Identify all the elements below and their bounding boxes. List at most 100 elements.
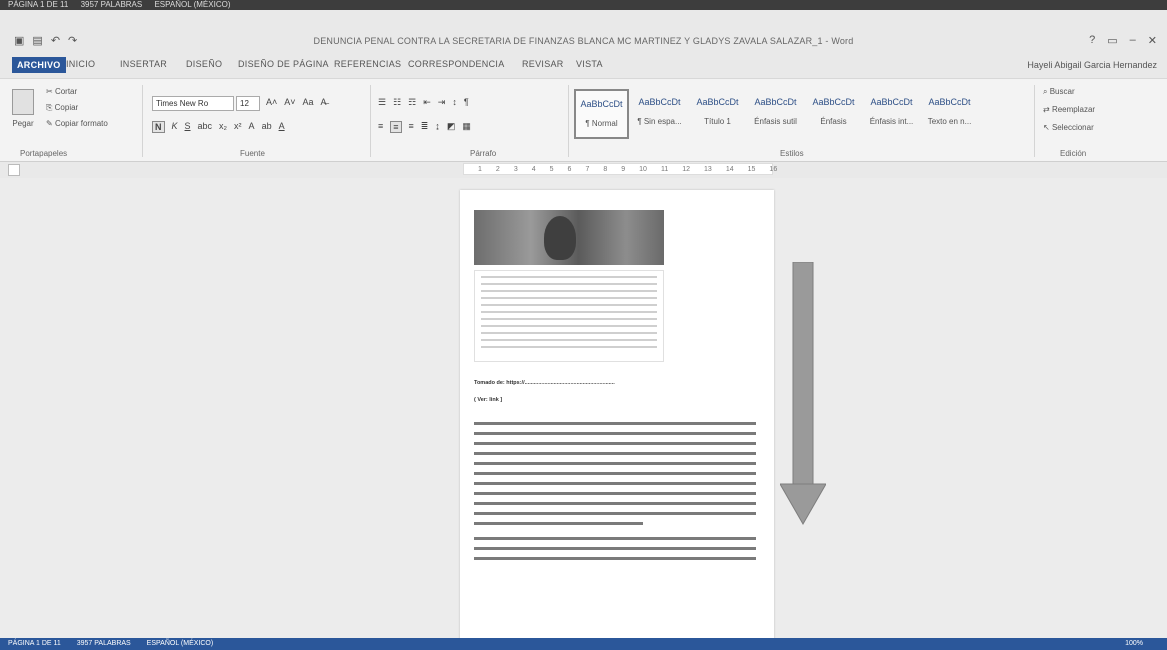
paragraph-list-tools: ☰ ☷ ☶ ⇤ ⇥ ↕ ¶ bbox=[378, 97, 469, 108]
shrink-font-icon[interactable]: A˅ bbox=[284, 97, 295, 107]
decrease-indent-icon[interactable]: ⇤ bbox=[423, 97, 431, 108]
ruler-tab-selector[interactable] bbox=[8, 164, 20, 176]
source-link[interactable]: ( Ver: link ] bbox=[474, 397, 764, 403]
user-account[interactable]: Hayeli Abigail Garcia Hernandez bbox=[1027, 60, 1157, 70]
clear-format-icon[interactable]: A̶ bbox=[321, 97, 327, 107]
language[interactable]: ESPAÑOL (MÉXICO) bbox=[147, 640, 214, 647]
multilevel-list-icon[interactable]: ☶ bbox=[408, 97, 416, 108]
tab-vista[interactable]: VISTA bbox=[576, 59, 603, 69]
pilcrow-icon[interactable]: ¶ bbox=[464, 97, 469, 108]
select-button[interactable]: ↖ Seleccionar bbox=[1043, 123, 1094, 132]
source-caption[interactable]: Tomado de: https://.....................… bbox=[474, 380, 764, 386]
cut-label: Cortar bbox=[54, 87, 78, 96]
align-left-icon[interactable]: ≡ bbox=[378, 121, 383, 133]
shading-icon[interactable]: ◩ bbox=[447, 121, 456, 133]
document-page[interactable]: Tomado de: https://.....................… bbox=[460, 190, 774, 640]
tab-diseno-pagina[interactable]: DISEÑO DE PÁGINA bbox=[238, 59, 329, 69]
format-painter-button[interactable]: ✎ Copiar formato bbox=[46, 119, 108, 128]
numbering-icon[interactable]: ☷ bbox=[393, 97, 401, 108]
help-button[interactable]: ? bbox=[1089, 34, 1095, 47]
tab-revisar[interactable]: REVISAR bbox=[522, 59, 564, 69]
ruler-mark: 9 bbox=[621, 165, 626, 173]
tab-referencias[interactable]: REFERENCIAS bbox=[334, 59, 401, 69]
ruler-mark: 3 bbox=[513, 165, 518, 173]
strikethrough-icon[interactable]: abc bbox=[198, 121, 213, 133]
style-sample: AaBbCcDt bbox=[870, 97, 913, 107]
style-normal[interactable]: AaBbCcDt ¶ Normal bbox=[574, 89, 629, 139]
title-bar: ▣ ▤ ↶ ↷ DENUNCIA PENAL CONTRA LA SECRETA… bbox=[0, 30, 1167, 52]
bullets-icon[interactable]: ☰ bbox=[378, 97, 386, 108]
ruler-mark: 13 bbox=[704, 165, 712, 173]
ruler-mark: 5 bbox=[549, 165, 554, 173]
top-status-strip: PÁGINA 1 DE 11 3957 PALABRAS ESPAÑOL (MÉ… bbox=[0, 0, 1167, 10]
tab-insertar[interactable]: INSERTAR bbox=[120, 59, 167, 69]
style-name: Énfasis sutil bbox=[754, 117, 797, 126]
replace-button[interactable]: ⇄ Reemplazar bbox=[1043, 105, 1095, 114]
ruler-mark: 1 bbox=[478, 165, 482, 173]
person-silhouette bbox=[544, 216, 576, 260]
style-enfasis-intenso[interactable]: AaBbCcDt Énfasis int... bbox=[864, 89, 919, 139]
line-spacing-icon[interactable]: ↨ bbox=[435, 121, 440, 133]
copy-button[interactable]: ⎘ Copiar bbox=[46, 103, 78, 113]
align-center-icon[interactable]: ≡ bbox=[390, 121, 402, 133]
style-sample: AaBbCcDt bbox=[754, 97, 797, 107]
font-size-select[interactable]: 12 bbox=[236, 96, 260, 111]
ruler-mark: 12 bbox=[682, 165, 691, 173]
tab-diseno[interactable]: DISEÑO bbox=[186, 59, 222, 69]
ribbon-display-button[interactable]: ▭ bbox=[1107, 34, 1117, 47]
paste-button[interactable]: Pegar bbox=[8, 89, 38, 128]
style-sample: AaBbCcDt bbox=[696, 97, 739, 107]
italic-icon[interactable]: K bbox=[172, 121, 178, 133]
embedded-article-screenshot[interactable] bbox=[474, 270, 664, 362]
style-sample: AaBbCcDt bbox=[638, 97, 681, 107]
document-body-text[interactable] bbox=[474, 422, 756, 567]
highlight-icon[interactable]: ab bbox=[262, 121, 272, 133]
replace-icon: ⇄ bbox=[1043, 105, 1050, 114]
style-enfasis-sutil[interactable]: AaBbCcDt Énfasis sutil bbox=[748, 89, 803, 139]
style-texto-negrita[interactable]: AaBbCcDt Texto en n... bbox=[922, 89, 977, 139]
format-painter-label: Copiar formato bbox=[54, 119, 108, 128]
zoom-level[interactable]: 100% bbox=[1125, 638, 1143, 650]
find-button[interactable]: ⌕ Buscar bbox=[1043, 87, 1075, 97]
increase-indent-icon[interactable]: ⇥ bbox=[438, 97, 446, 108]
close-button[interactable]: ✕ bbox=[1148, 34, 1157, 47]
font-color-icon[interactable]: A bbox=[279, 121, 285, 133]
text-effects-icon[interactable]: A bbox=[249, 121, 255, 133]
tab-archivo[interactable]: ARCHIVO bbox=[12, 57, 66, 73]
grow-font-icon[interactable]: A˄ bbox=[266, 97, 277, 107]
cursor-icon: ↖ bbox=[1043, 123, 1050, 132]
underline-icon[interactable]: S bbox=[185, 121, 191, 133]
paragraph-align-tools: ≡ ≡ ≡ ≣ ↨ ◩ ▦ bbox=[378, 121, 471, 133]
group-separator bbox=[568, 85, 569, 157]
style-titulo-1[interactable]: AaBbCcDt Título 1 bbox=[690, 89, 745, 139]
sort-icon[interactable]: ↕ bbox=[452, 97, 457, 108]
subscript-icon[interactable]: x₂ bbox=[219, 121, 227, 133]
minimize-button[interactable]: – bbox=[1130, 34, 1136, 47]
cut-button[interactable]: ✂ Cortar bbox=[46, 87, 77, 96]
superscript-icon[interactable]: x² bbox=[234, 121, 242, 133]
change-case-icon[interactable]: Aa bbox=[303, 97, 314, 107]
style-sin-espaciado[interactable]: AaBbCcDt ¶ Sin espa... bbox=[632, 89, 687, 139]
embedded-photo[interactable] bbox=[474, 210, 664, 265]
style-name: ¶ Normal bbox=[585, 119, 618, 128]
binoculars-icon: ⌕ bbox=[1043, 87, 1048, 96]
justify-icon[interactable]: ≣ bbox=[421, 121, 429, 133]
borders-icon[interactable]: ▦ bbox=[462, 121, 471, 133]
word-count[interactable]: 3957 PALABRAS bbox=[77, 640, 131, 647]
ruler-mark: 8 bbox=[603, 165, 608, 173]
style-sample: AaBbCcDt bbox=[580, 99, 623, 109]
select-label: Seleccionar bbox=[1051, 123, 1094, 132]
page-count[interactable]: PÁGINA 1 DE 11 bbox=[8, 640, 61, 647]
ruler-mark: 11 bbox=[660, 165, 669, 173]
tab-correspondencia[interactable]: CORRESPONDENCIA bbox=[408, 59, 505, 69]
style-name: Título 1 bbox=[704, 117, 731, 126]
bold-icon[interactable]: N bbox=[152, 121, 165, 133]
horizontal-ruler[interactable]: 1 2 3 4 5 6 7 8 9 10 11 12 13 14 15 16 bbox=[463, 163, 777, 175]
tab-inicio[interactable]: INICIO bbox=[66, 59, 95, 69]
ruler-mark: 4 bbox=[531, 165, 536, 173]
font-name-select[interactable]: Times New Ro bbox=[152, 96, 234, 111]
document-title: DENUNCIA PENAL CONTRA LA SECRETARIA DE F… bbox=[313, 36, 854, 46]
style-enfasis[interactable]: AaBbCcDt Énfasis bbox=[806, 89, 861, 139]
align-right-icon[interactable]: ≡ bbox=[409, 121, 414, 133]
ruler-mark: 6 bbox=[567, 165, 572, 173]
